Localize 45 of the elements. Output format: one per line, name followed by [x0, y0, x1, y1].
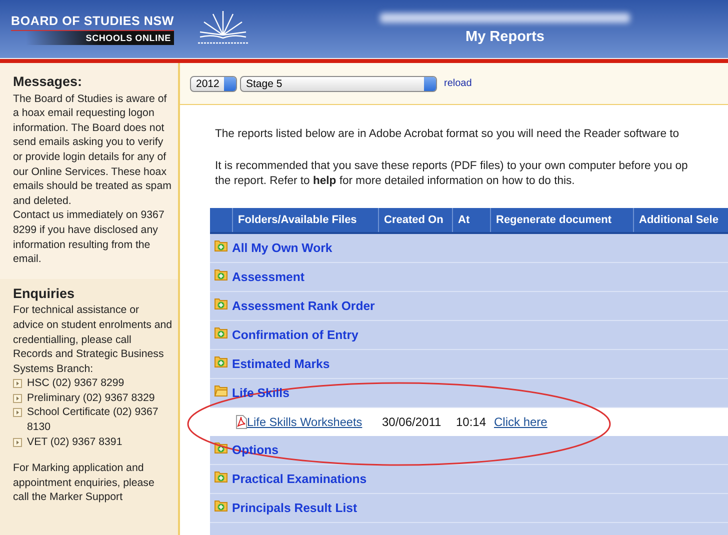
folder-row[interactable]: Practical Examinations: [210, 464, 728, 494]
folder-row[interactable]: Assessment Rank Order: [210, 292, 728, 320]
folder-row[interactable]: All My Own Work: [210, 234, 728, 262]
logo-subtitle: SCHOOLS ONLINE: [26, 30, 174, 44]
message-text: The Board of Studies is aware of a hoax email requesting logon information. The Board does not send emails asking you to verify or provide login details for any of our Online Services. These hoax emails should be treated as spam and deleted.: [13, 92, 172, 208]
created-date: 30/06/2011: [382, 414, 442, 428]
folder-name[interactable]: Assessment: [232, 270, 304, 284]
year-dropdown[interactable]: 2012: [190, 76, 237, 92]
messages-heading: Messages:: [13, 75, 84, 90]
pdf-file-icon: [236, 414, 247, 428]
column-header: Folders/Available Files: [238, 214, 357, 226]
stage-dropdown[interactable]: Stage 5: [240, 76, 437, 92]
folder-name[interactable]: Confirmation of Entry: [232, 328, 358, 342]
created-time: 10:14: [456, 414, 486, 428]
folder-name[interactable]: All My Own Work: [232, 240, 332, 254]
folder-name[interactable]: Assessment Rank Order: [232, 298, 375, 312]
reload-link[interactable]: reload: [444, 78, 472, 89]
folder-row[interactable]: Principals Result List: [210, 494, 728, 522]
contact-text: Preliminary (02) 9367 8329: [27, 390, 155, 406]
column-header: Additional Sele: [639, 214, 718, 226]
marking-text: For Marking application and appointment enquiries, please call the Marker Support: [13, 461, 156, 506]
intro-text: The reports listed below are in Adobe Acrobat format so you will need the Reader software to: [215, 127, 680, 142]
folder-row[interactable]: Options: [210, 436, 728, 464]
column-header: Regenerate document: [496, 214, 612, 226]
logo-title: BOARD OF STUDIES NSW: [11, 14, 174, 30]
folder-name[interactable]: Practical Examinations: [232, 472, 367, 486]
message-text: Contact us immediately on 9367 8299 if you have disclosed any information resulting from the email.: [13, 208, 166, 267]
folder-name[interactable]: Principals Result List: [232, 500, 358, 514]
folder-name[interactable]: Options: [232, 442, 278, 456]
folder-row[interactable]: Assessment: [210, 262, 728, 292]
folder-row[interactable]: Estimated Marks: [210, 350, 728, 378]
intro-text: It is recommended that you save these reports (PDF files) to your own computer before you op: [215, 158, 689, 174]
enquiries-text: For technical assistance or advice on student enrolments and credentialling, please call Records and Strategic Business Systems Branch:: [13, 303, 172, 376]
intro-text: the report. Refer to help for more detailed information on how to do this.: [215, 174, 576, 189]
contact-text: HSC (02) 9367 8299: [27, 376, 124, 391]
regenerate-link[interactable]: Click here: [494, 414, 548, 428]
enquiries-heading: Enquiries: [13, 286, 76, 302]
folder-row[interactable]: Confirmation of Entry: [210, 320, 728, 350]
contact-text: VET (02) 9367 8391: [27, 434, 122, 450]
column-header: At: [458, 214, 470, 226]
folder-name[interactable]: Estimated Marks: [232, 356, 330, 370]
contact-text: School Certificate (02) 9367 8130: [27, 405, 160, 435]
page-title: My Reports: [466, 29, 544, 45]
file-link[interactable]: Life Skills Worksheets: [247, 414, 362, 428]
column-header: Created On: [384, 214, 444, 226]
